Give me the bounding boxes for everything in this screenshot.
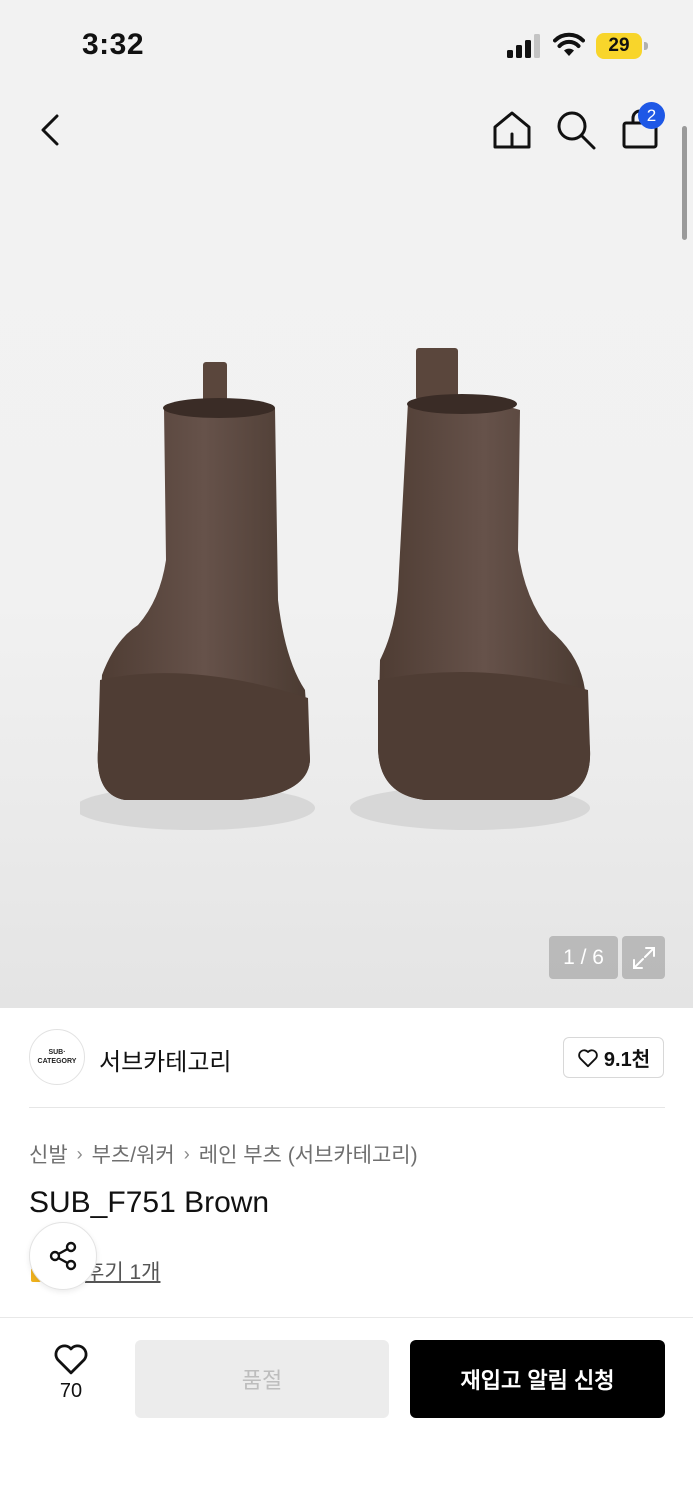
product-title: SUB_F751 Brown: [29, 1186, 270, 1219]
restock-alert-button[interactable]: 재입고 알림 신청: [410, 1340, 665, 1418]
chevron-right-icon: ›: [76, 1143, 83, 1164]
cart-button[interactable]: 2: [616, 102, 668, 154]
product-photo: [80, 348, 591, 830]
search-button[interactable]: [552, 106, 600, 154]
image-counter: 1 / 6: [549, 936, 618, 979]
breadcrumb-item[interactable]: 부츠/워커: [92, 1139, 175, 1169]
home-icon: [493, 111, 531, 149]
share-icon: [49, 1241, 77, 1271]
wishlist-count: 70: [59, 1380, 83, 1402]
heart-icon: [54, 1344, 88, 1375]
brand-logo-text: SUB·: [48, 1049, 66, 1056]
breadcrumb-item[interactable]: 신발: [29, 1139, 68, 1169]
battery-icon: 29: [596, 33, 648, 59]
back-button[interactable]: [30, 108, 74, 152]
battery-level: 29: [596, 33, 642, 59]
breadcrumb-item[interactable]: 레인 부츠 (서브카테고리): [199, 1139, 418, 1169]
chevron-left-icon: [41, 114, 59, 146]
divider: [29, 1107, 665, 1108]
divider: [0, 1317, 693, 1318]
brand-name[interactable]: 서브카테고리: [99, 1042, 231, 1077]
brand-logo[interactable]: SUB· CATEGORY: [29, 1029, 85, 1085]
home-button[interactable]: [488, 106, 536, 154]
brand-like-count: 9.1천: [603, 1049, 651, 1071]
cellular-signal-icon: [507, 34, 540, 58]
status-time: 3:32: [82, 28, 145, 61]
heart-icon: [578, 1048, 598, 1067]
scrollbar[interactable]: [682, 126, 687, 240]
wishlist-button[interactable]: 70: [40, 1342, 102, 1412]
wifi-icon: [553, 32, 585, 56]
cart-count-badge: 2: [638, 102, 665, 129]
chevron-right-icon: ›: [183, 1143, 190, 1164]
breadcrumb: 신발 › 부츠/워커 › 레인 부츠 (서브카테고리): [29, 1139, 418, 1169]
expand-icon: [632, 946, 655, 969]
brand-logo-text: CATEGORY: [37, 1058, 77, 1065]
search-icon: [557, 111, 596, 150]
share-button[interactable]: [29, 1222, 97, 1290]
brand-like-button[interactable]: 9.1천: [563, 1037, 664, 1078]
fullscreen-button[interactable]: [622, 936, 665, 979]
soldout-button: 품절: [135, 1340, 389, 1418]
